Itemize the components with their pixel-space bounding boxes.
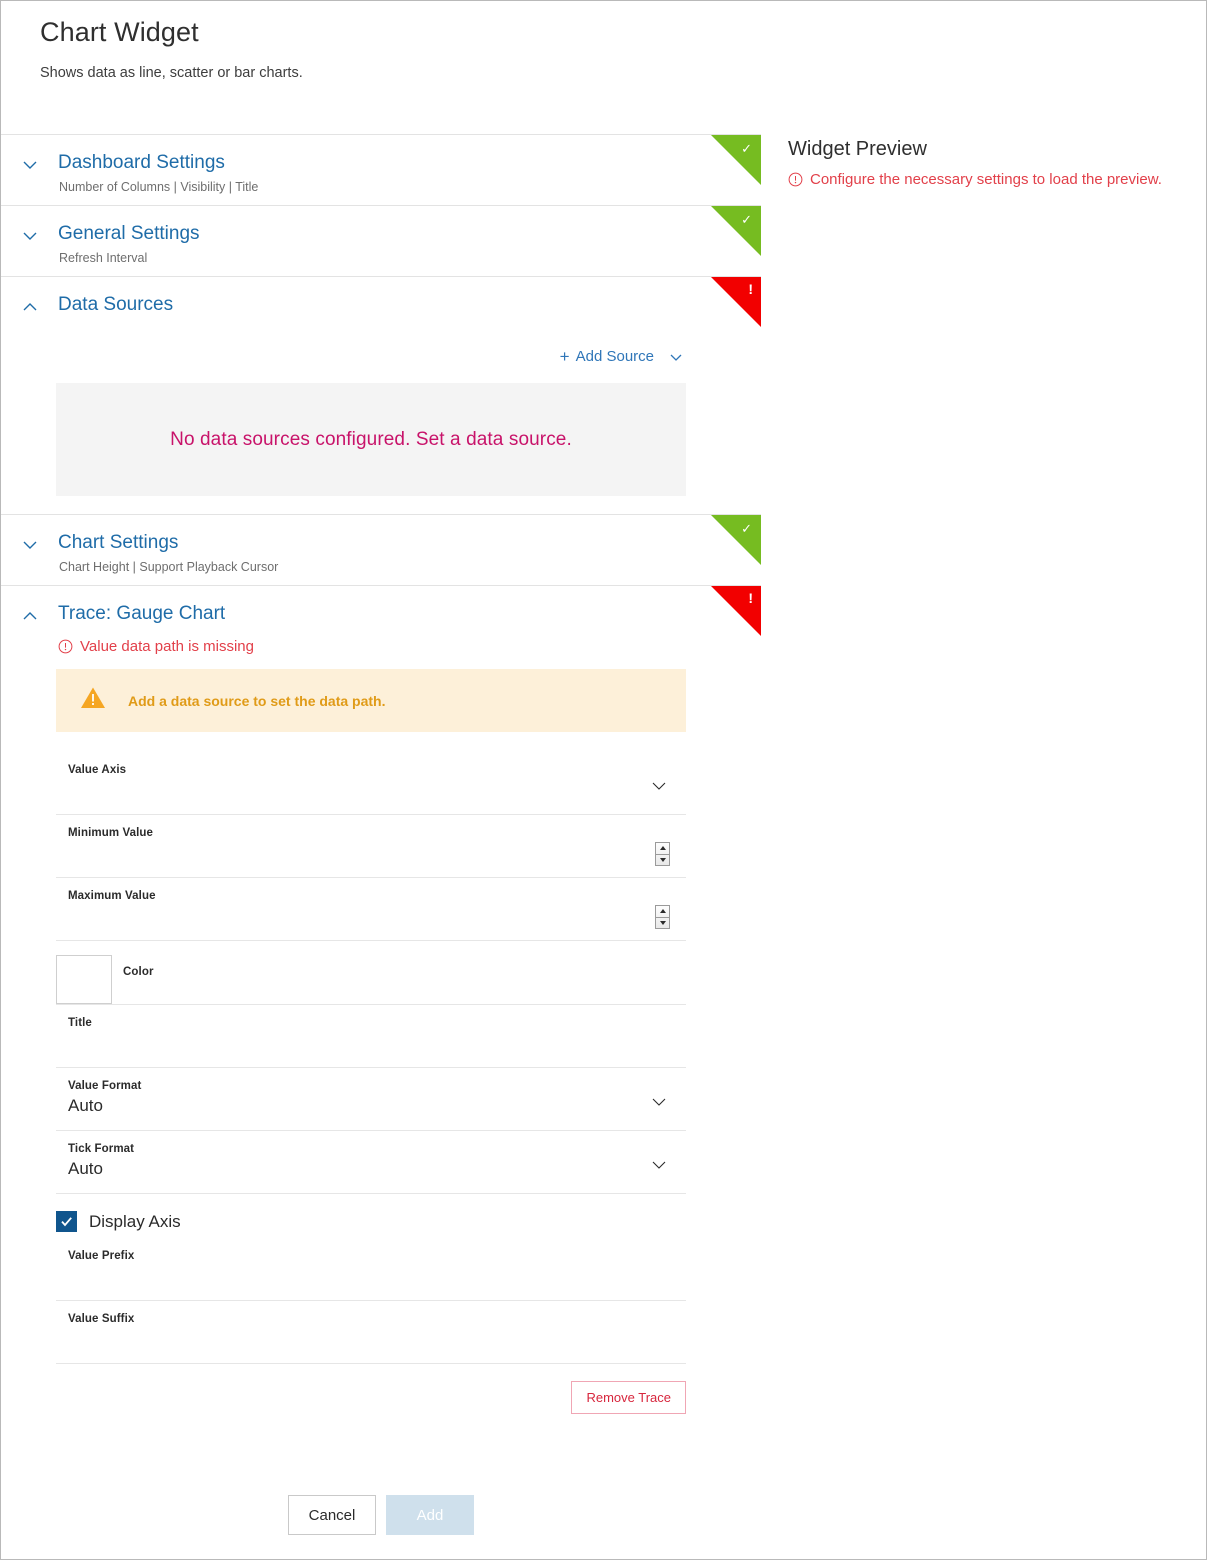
section-title: Trace: Gauge Chart bbox=[58, 603, 226, 624]
trace-warning-text: Add a data source to set the data path. bbox=[128, 692, 386, 709]
settings-column: Dashboard Settings Number of Columns | V… bbox=[1, 134, 761, 1432]
warning-triangle-icon bbox=[80, 686, 106, 715]
exclamation-circle-icon bbox=[58, 639, 73, 654]
arrow-up-icon bbox=[659, 846, 666, 851]
chevron-down-icon bbox=[19, 154, 41, 176]
arrow-down-icon bbox=[659, 857, 666, 862]
field-color[interactable]: Color bbox=[56, 941, 686, 1005]
section-dashboard-settings: Dashboard Settings Number of Columns | V… bbox=[1, 134, 761, 205]
chevron-down-icon[interactable] bbox=[649, 776, 669, 801]
trace-body: Value data path is missing Add a data so… bbox=[1, 638, 761, 1432]
chevron-down-icon bbox=[19, 534, 41, 556]
display-axis-row[interactable]: Display Axis bbox=[56, 1211, 761, 1232]
trace-error-text: Value data path is missing bbox=[80, 638, 254, 655]
field-minimum-value[interactable]: Minimum Value bbox=[56, 815, 686, 878]
page-subtitle: Shows data as line, scatter or bar chart… bbox=[40, 65, 303, 81]
section-header-trace-gauge-chart[interactable]: Trace: Gauge Chart ! bbox=[1, 586, 761, 637]
trace-validation-error: Value data path is missing bbox=[58, 638, 761, 655]
chevron-up-icon bbox=[19, 605, 41, 627]
section-subtitle: Number of Columns | Visibility | Title bbox=[59, 180, 259, 194]
field-title[interactable]: Title bbox=[56, 1005, 686, 1068]
field-value-prefix[interactable]: Value Prefix bbox=[56, 1238, 686, 1301]
display-axis-label: Display Axis bbox=[89, 1211, 181, 1231]
field-label: Color bbox=[123, 966, 154, 978]
field-label: Value Axis bbox=[68, 764, 127, 776]
remove-trace-button[interactable]: Remove Trace bbox=[571, 1381, 686, 1414]
display-axis-checkbox[interactable] bbox=[56, 1211, 77, 1232]
trace-fields: Value Axis Minimum Value Maximum Value C… bbox=[56, 752, 686, 1194]
field-label: Value Suffix bbox=[68, 1313, 135, 1325]
field-value-suffix[interactable]: Value Suffix bbox=[56, 1301, 686, 1364]
field-label: Title bbox=[68, 1017, 92, 1029]
field-value bbox=[68, 1265, 686, 1287]
preview-message-text: Configure the necessary settings to load… bbox=[810, 171, 1162, 188]
exclamation-circle-icon bbox=[788, 172, 803, 193]
section-title: Dashboard Settings bbox=[58, 152, 225, 173]
section-title: Chart Settings bbox=[58, 532, 179, 553]
arrow-down-icon bbox=[659, 920, 666, 925]
chevron-down-icon[interactable] bbox=[649, 1092, 669, 1117]
trace-warning-banner: Add a data source to set the data path. bbox=[56, 669, 686, 732]
cancel-button[interactable]: Cancel bbox=[288, 1495, 376, 1535]
section-trace-gauge-chart: Trace: Gauge Chart ! Value data path is … bbox=[1, 585, 761, 1432]
section-header-chart-settings[interactable]: Chart Settings Chart Height | Support Pl… bbox=[1, 515, 761, 585]
dialog-footer: Cancel Add bbox=[1, 1495, 1206, 1535]
trace-fields-after: Value Prefix Value Suffix bbox=[56, 1238, 686, 1364]
field-tick-format[interactable]: Tick Format Auto bbox=[56, 1131, 686, 1194]
plus-icon: + bbox=[559, 347, 570, 366]
arrow-up-icon bbox=[659, 909, 666, 914]
section-general-settings: General Settings Refresh Interval ✓ bbox=[1, 205, 761, 276]
add-source-label: Add Source bbox=[575, 348, 654, 365]
field-label: Minimum Value bbox=[68, 827, 154, 839]
field-label: Tick Format bbox=[68, 1143, 135, 1155]
add-source-button[interactable]: + Add Source bbox=[560, 348, 684, 365]
section-header-dashboard-settings[interactable]: Dashboard Settings Number of Columns | V… bbox=[1, 135, 761, 205]
field-value bbox=[68, 842, 686, 864]
field-value-axis[interactable]: Value Axis bbox=[56, 752, 686, 815]
section-header-data-sources[interactable]: Data Sources ! bbox=[1, 277, 761, 328]
field-value bbox=[68, 779, 686, 801]
page-title: Chart Widget bbox=[40, 17, 199, 47]
stepper-down-button[interactable] bbox=[656, 918, 669, 929]
field-label: Value Prefix bbox=[68, 1250, 135, 1262]
preview-message: Configure the necessary settings to load… bbox=[788, 170, 1206, 193]
chevron-up-icon bbox=[19, 296, 41, 318]
empty-state-message: No data sources configured. Set a data s… bbox=[170, 428, 572, 450]
section-subtitle: Chart Height | Support Playback Cursor bbox=[59, 560, 279, 574]
field-value bbox=[68, 905, 686, 927]
data-sources-empty-state: No data sources configured. Set a data s… bbox=[56, 383, 686, 496]
field-value-format[interactable]: Value Format Auto bbox=[56, 1068, 686, 1131]
field-value: Auto bbox=[68, 1159, 103, 1178]
stepper-up-button[interactable] bbox=[656, 843, 669, 855]
remove-trace-row: Remove Trace bbox=[56, 1381, 686, 1414]
section-data-sources: Data Sources ! + Add Source No data sour… bbox=[1, 276, 761, 514]
field-label: Maximum Value bbox=[68, 890, 156, 902]
color-swatch[interactable] bbox=[56, 955, 112, 1004]
quantity-stepper[interactable] bbox=[655, 905, 670, 929]
section-title: Data Sources bbox=[58, 294, 174, 315]
section-header-general-settings[interactable]: General Settings Refresh Interval ✓ bbox=[1, 206, 761, 276]
chevron-down-icon bbox=[19, 225, 41, 247]
stepper-up-button[interactable] bbox=[656, 906, 669, 918]
dialog-body: Dashboard Settings Number of Columns | V… bbox=[1, 134, 1206, 1432]
section-chart-settings: Chart Settings Chart Height | Support Pl… bbox=[1, 514, 761, 585]
quantity-stepper[interactable] bbox=[655, 842, 670, 866]
preview-column: Widget Preview Configure the necessary s… bbox=[761, 134, 1206, 193]
data-sources-body: + Add Source No data sources configured.… bbox=[1, 348, 761, 514]
chart-widget-dialog: Chart Widget Shows data as line, scatter… bbox=[0, 0, 1207, 1560]
add-button[interactable]: Add bbox=[386, 1495, 474, 1535]
field-value bbox=[68, 1328, 686, 1350]
add-source-row: + Add Source bbox=[1, 348, 761, 365]
field-label: Value Format bbox=[68, 1080, 142, 1092]
dialog-header: Chart Widget Shows data as line, scatter… bbox=[1, 1, 1206, 82]
field-maximum-value[interactable]: Maximum Value bbox=[56, 878, 686, 941]
field-value: Auto bbox=[68, 1096, 103, 1115]
field-value bbox=[68, 1032, 686, 1054]
stepper-down-button[interactable] bbox=[656, 855, 669, 866]
section-subtitle: Refresh Interval bbox=[59, 251, 148, 265]
chevron-down-icon bbox=[668, 349, 684, 365]
section-title: General Settings bbox=[58, 223, 200, 244]
chevron-down-icon[interactable] bbox=[649, 1155, 669, 1180]
preview-title: Widget Preview bbox=[788, 138, 927, 160]
